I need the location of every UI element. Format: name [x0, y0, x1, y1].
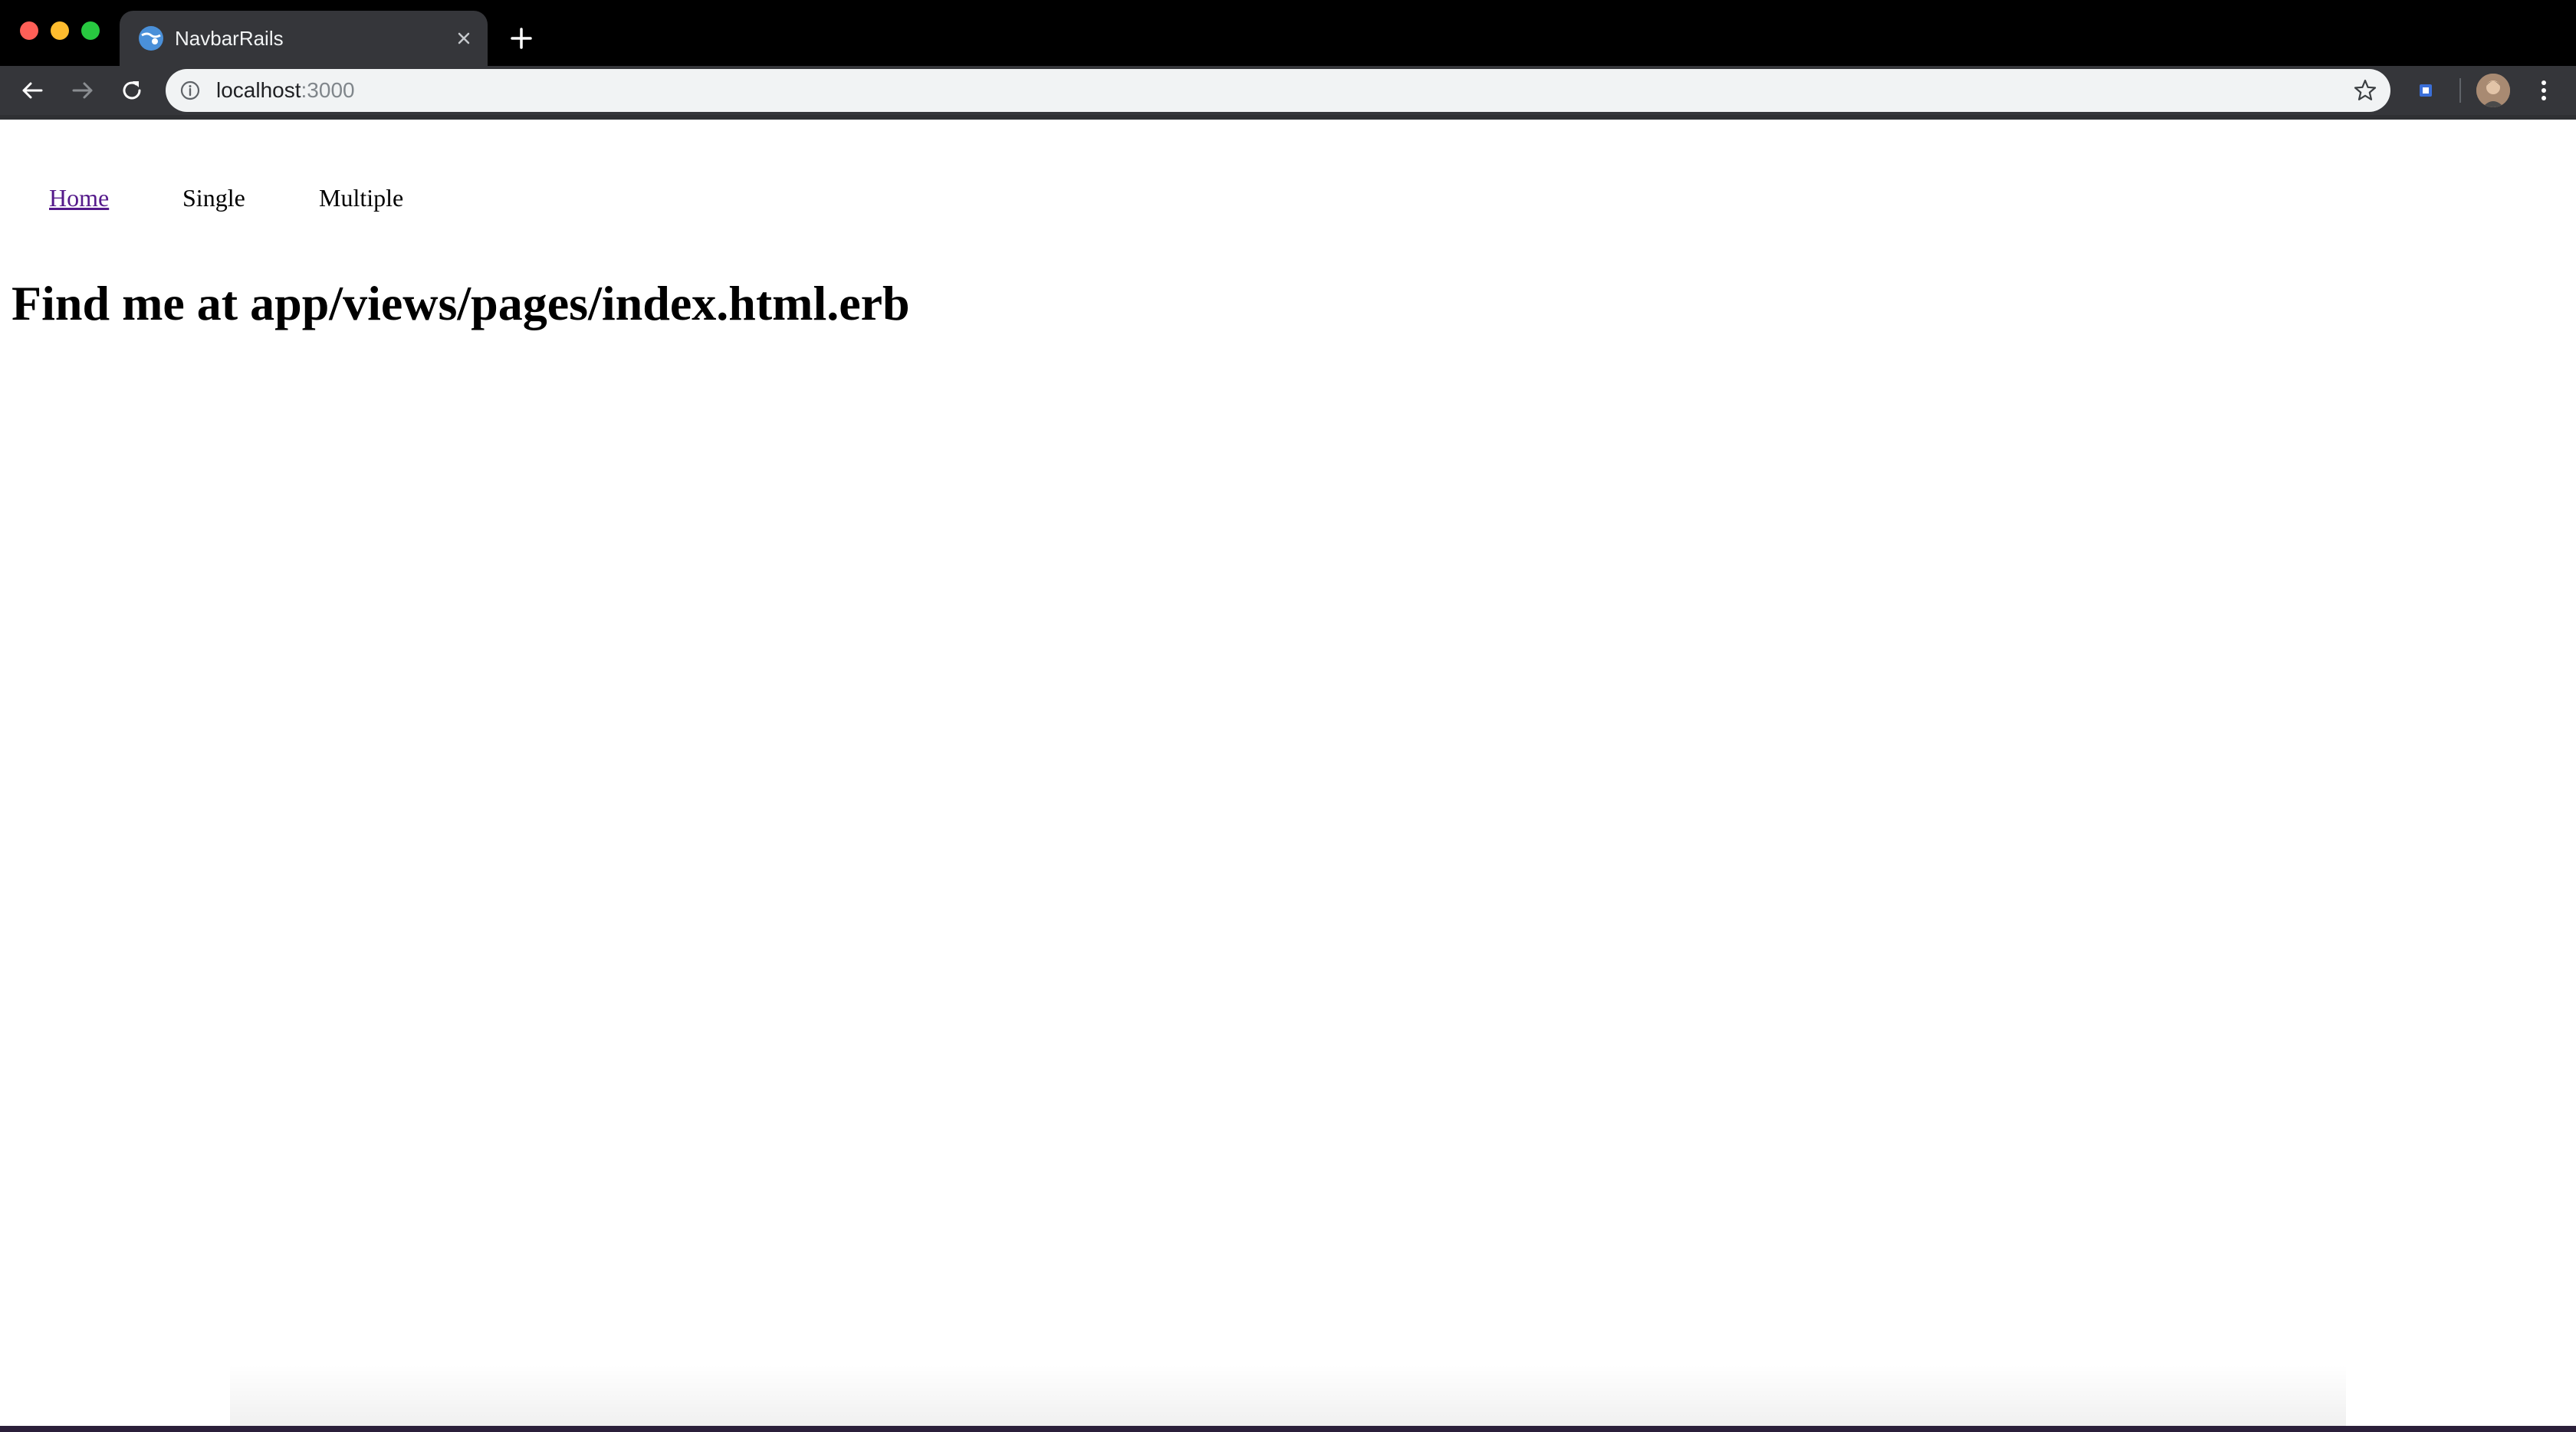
- plus-icon[interactable]: [504, 21, 538, 55]
- arrow-left-icon[interactable]: [17, 75, 48, 106]
- tab-strip: NavbarRails: [0, 0, 2576, 66]
- reload-icon[interactable]: [117, 75, 147, 106]
- maximize-window-button[interactable]: [81, 21, 100, 40]
- page-title: Find me at app/views/pages/index.html.er…: [12, 276, 910, 330]
- profile-avatar-icon: [2476, 74, 2510, 107]
- star-icon[interactable]: [2352, 77, 2378, 103]
- browser-toolbar: localhost:3000: [0, 66, 2576, 115]
- dock-shadow: [230, 1365, 2346, 1426]
- arrow-right-icon[interactable]: [67, 75, 98, 106]
- info-icon[interactable]: [179, 80, 201, 101]
- desktop-edge: [0, 1426, 2576, 1432]
- kebab-menu-icon[interactable]: [2528, 75, 2559, 106]
- address-bar[interactable]: localhost:3000: [166, 69, 2390, 112]
- nav-link-multiple[interactable]: Multiple: [319, 175, 403, 221]
- toolbar-divider: [2459, 78, 2461, 103]
- navbar: Home Single Multiple: [0, 175, 767, 221]
- nav-link-home[interactable]: Home: [49, 175, 109, 221]
- globe-icon: [139, 26, 163, 51]
- close-window-button[interactable]: [20, 21, 38, 40]
- address-url[interactable]: localhost:3000: [216, 77, 355, 104]
- browser-window: NavbarRails localhost:3000 Home Single M…: [0, 0, 2576, 1432]
- extension-icon[interactable]: [2415, 80, 2436, 101]
- minimize-window-button[interactable]: [51, 21, 69, 40]
- tab-title: NavbarRails: [175, 27, 284, 50]
- close-icon[interactable]: [451, 25, 477, 51]
- page-content: Home Single Multiple Find me at app/view…: [0, 120, 2576, 1426]
- nav-link-single[interactable]: Single: [182, 175, 245, 221]
- tab-active[interactable]: NavbarRails: [120, 11, 488, 66]
- address-host: localhost: [216, 78, 301, 102]
- avatar[interactable]: [2476, 74, 2510, 107]
- address-port: :3000: [301, 78, 355, 102]
